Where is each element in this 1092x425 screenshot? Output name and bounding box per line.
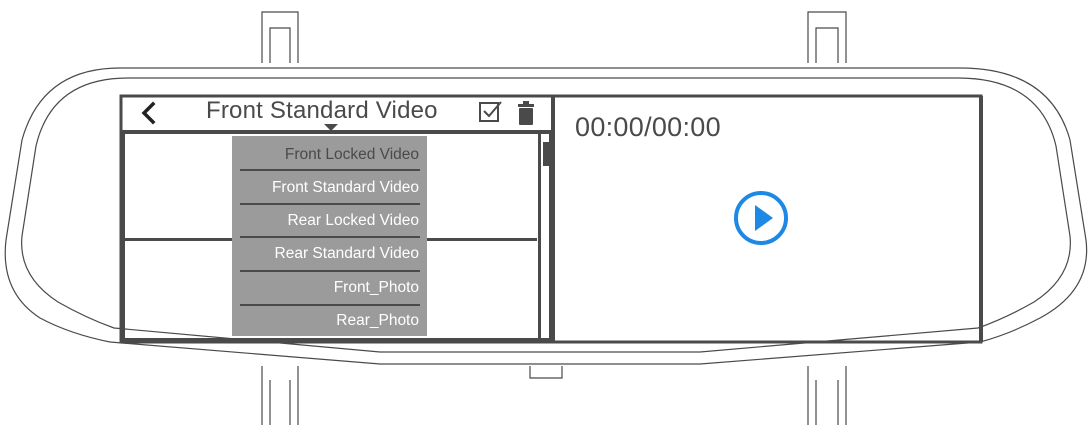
menu-item-front-locked-video[interactable]: Front Locked Video — [285, 146, 419, 164]
folder-dropdown-menu: Front Locked Video Front Standard Video … — [232, 136, 427, 336]
menu-item-front-photo[interactable]: Front_Photo — [334, 279, 419, 297]
menu-divider — [240, 304, 420, 306]
menu-divider — [240, 236, 420, 238]
menu-item-rear-standard-video[interactable]: Rear Standard Video — [275, 245, 419, 263]
play-circle-icon[interactable] — [733, 190, 789, 246]
menu-item-rear-locked-video[interactable]: Rear Locked Video — [287, 212, 419, 230]
file-browser-header: Front Standard Video — [122, 96, 546, 131]
chevron-left-icon[interactable] — [138, 100, 158, 126]
scrollbar-thumb[interactable] — [543, 142, 549, 166]
trash-icon[interactable] — [516, 100, 536, 126]
menu-divider — [240, 169, 420, 171]
menu-item-front-standard-video[interactable]: Front Standard Video — [272, 179, 419, 197]
menu-item-rear-photo[interactable]: Rear_Photo — [336, 312, 419, 330]
video-preview-panel: 00:00/00:00 — [553, 96, 981, 342]
scrollbar-track[interactable] — [538, 134, 541, 342]
checkbox-icon[interactable] — [478, 100, 504, 124]
menu-divider — [240, 203, 420, 205]
playback-time: 00:00/00:00 — [575, 112, 721, 142]
page-title[interactable]: Front Standard Video — [206, 97, 438, 125]
menu-divider — [240, 270, 420, 272]
